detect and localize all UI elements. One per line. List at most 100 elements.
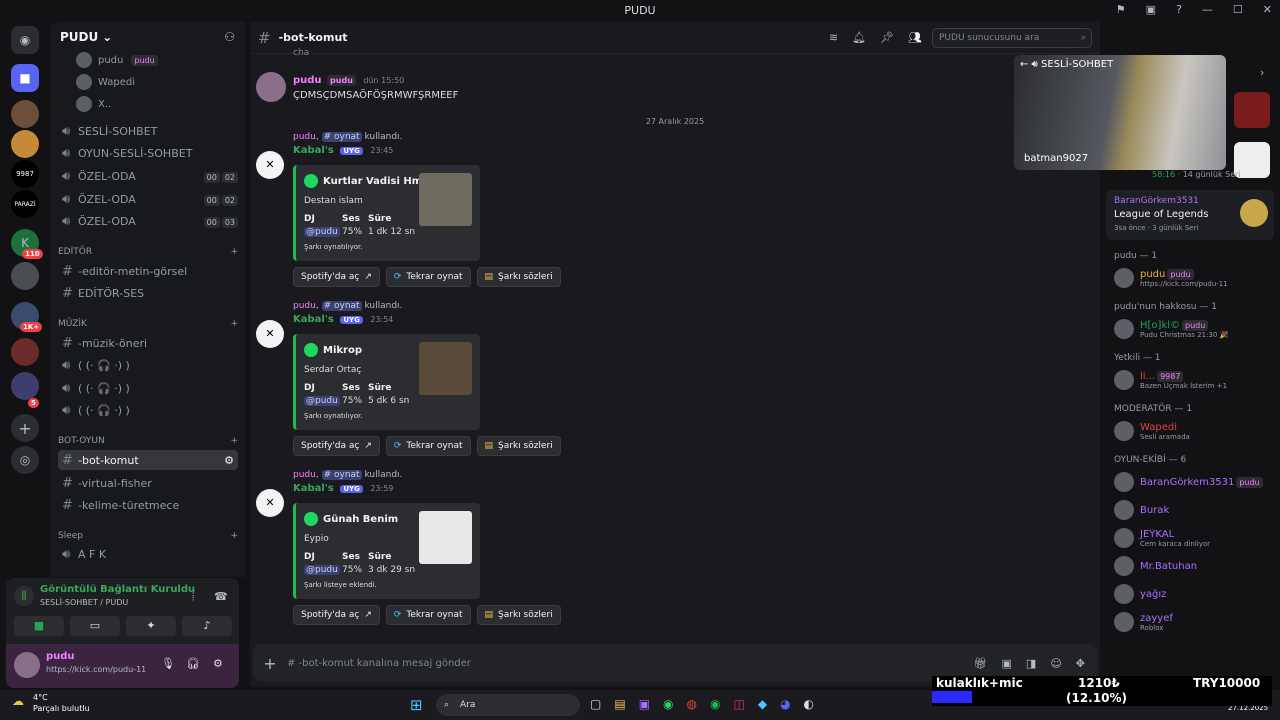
message-author[interactable]: pudu pudu dün 15:50 xyxy=(293,75,404,86)
minimize-button[interactable]: — xyxy=(1202,3,1213,16)
bell-icon[interactable]: 🔔︎ xyxy=(852,31,866,44)
member-item[interactable]: Wapedi Sesli aramada xyxy=(1114,421,1190,441)
start-icon[interactable]: ⊞ xyxy=(410,696,423,714)
dj-mention[interactable]: @pudu xyxy=(304,565,340,575)
member-item[interactable]: Burak xyxy=(1114,500,1169,520)
dj-mention[interactable]: @pudu xyxy=(304,396,340,406)
member-item[interactable]: li... 9987 Bazen Uçmak İsterim +1 xyxy=(1114,370,1227,390)
member-item[interactable]: yağız xyxy=(1114,584,1166,604)
server-9987-icon[interactable]: 9987 xyxy=(11,160,39,188)
server-icon[interactable] xyxy=(11,338,39,366)
dj-mention[interactable]: @pudu xyxy=(304,227,340,237)
discover-icon[interactable]: ◎ xyxy=(11,446,39,474)
chevron-right-icon[interactable]: › xyxy=(1260,66,1264,79)
voice-channel[interactable]: 🔊︎ ÖZEL-ODA 00 02 xyxy=(58,166,238,186)
voice-channel[interactable]: 🔊︎( (· 🎧 ·) ) xyxy=(58,355,238,375)
bot-avatar[interactable]: ✕ xyxy=(256,489,284,517)
voice-user[interactable]: pudu pudu xyxy=(76,50,158,70)
discord-icon[interactable]: ◕ xyxy=(780,697,790,711)
task-view-icon[interactable]: ▢ xyxy=(590,697,601,711)
plus-icon[interactable]: + xyxy=(230,319,238,329)
search-input[interactable]: PUDU sunucusunu ara ⌕ xyxy=(932,27,1092,48)
gear-icon[interactable]: ⚙ xyxy=(224,454,238,467)
voice-channel[interactable]: 🔊︎ ÖZEL-ODA 00 03 xyxy=(58,211,238,231)
lyrics-button[interactable]: ▤ Şarkı sözleri xyxy=(476,436,561,456)
lyrics-button[interactable]: ▤ Şarkı sözleri xyxy=(476,267,561,287)
screen-icon[interactable]: ▣ xyxy=(1146,3,1156,16)
text-channel[interactable]: # -virtual-fisher xyxy=(58,473,238,493)
voice-user[interactable]: Wapedi xyxy=(76,72,135,92)
category-editor[interactable]: EDİTÖR + xyxy=(58,247,238,257)
text-channel[interactable]: # -editör-metin-görsel xyxy=(58,261,238,281)
text-channel[interactable]: # EDİTÖR-SES xyxy=(58,283,238,303)
avatar[interactable] xyxy=(256,72,286,102)
maximize-button[interactable]: ☐ xyxy=(1233,3,1243,16)
replay-button[interactable]: ⟳ Tekrar oynat xyxy=(385,605,471,625)
chrome-icon[interactable]: ◍ xyxy=(687,697,697,711)
text-channel[interactable]: # -kelime-türetmece xyxy=(58,495,238,515)
lyrics-button[interactable]: ▤ Şarkı sözleri xyxy=(476,605,561,625)
gift-icon[interactable]: 🎁︎ xyxy=(974,657,988,670)
gif-icon[interactable]: ▣ xyxy=(1002,657,1012,670)
video-popout[interactable]: ← 🔊︎ SESLİ-SOHBET batman9027 xyxy=(1014,55,1226,170)
soundboard-button[interactable]: ♪ xyxy=(182,616,232,636)
sticker-icon[interactable]: ◨ xyxy=(1026,657,1036,670)
plus-icon[interactable]: + xyxy=(230,531,238,541)
signal-icon[interactable]: ⫼ xyxy=(14,586,34,606)
headphones-icon[interactable]: 🎧︎ xyxy=(186,657,200,670)
instagram-icon[interactable]: ◫ xyxy=(733,697,744,711)
whatsapp-icon[interactable]: ◉ xyxy=(663,697,673,711)
server-icon[interactable] xyxy=(11,130,39,158)
text-channel-active[interactable]: # -bot-komut ⚙ xyxy=(58,450,238,470)
voice-channel[interactable]: 🔊︎ OYUN-SESLİ-SOHBET xyxy=(58,143,238,163)
server-paraz-icon[interactable]: PARAZİ xyxy=(11,190,39,218)
help-icon[interactable]: ? xyxy=(1176,3,1182,16)
taskbar-search[interactable]: ⌕ Ara xyxy=(436,694,580,716)
server-icon[interactable] xyxy=(11,372,39,400)
plus-icon[interactable]: + xyxy=(230,436,238,446)
threads-icon[interactable]: ≋ xyxy=(829,31,838,44)
plus-icon[interactable]: + xyxy=(230,247,238,257)
message-author[interactable]: Kabal's UYG 23:45 xyxy=(293,145,393,156)
category-muzik[interactable]: MÜZİK + xyxy=(58,319,238,329)
inbox-icon[interactable]: ⚑ xyxy=(1116,3,1126,16)
bot-avatar[interactable]: ✕ xyxy=(256,320,284,348)
screen-share-button[interactable]: ▭ xyxy=(70,616,120,636)
folder-icon[interactable]: ▤ xyxy=(614,697,625,711)
server-icon[interactable] xyxy=(11,262,39,290)
server-folder-icon[interactable]: ■ xyxy=(11,64,39,92)
emoji-icon[interactable]: ☺ xyxy=(1050,657,1061,670)
add-server-icon[interactable]: + xyxy=(11,414,39,442)
app-icon[interactable]: ◆ xyxy=(758,697,767,711)
add-member-icon[interactable]: ⚇ xyxy=(224,30,235,44)
pin-icon[interactable]: 📌︎ xyxy=(880,31,894,44)
camera-button[interactable]: ■ xyxy=(14,616,64,636)
member-item[interactable]: zayyef Roblox xyxy=(1114,612,1173,632)
voice-user[interactable]: X.. xyxy=(76,94,111,114)
replay-button[interactable]: ⟳ Tekrar oynat xyxy=(385,267,471,287)
voice-channel[interactable]: 🔊︎ SESLİ-SOHBET xyxy=(58,121,238,141)
message-author[interactable]: Kabal's UYG 23:59 xyxy=(293,483,393,494)
member-item[interactable]: H[o]kl© pudu Pudu Christmas 21:30 🎉 xyxy=(1114,319,1228,339)
message-author[interactable]: Kabal's UYG 23:54 xyxy=(293,314,393,325)
weather-desc[interactable]: Parçalı bulutlu xyxy=(33,704,90,713)
avatar[interactable] xyxy=(14,652,40,678)
activity-card[interactable]: BaranGörkem3531 League of Legends 3sa ön… xyxy=(1106,190,1274,240)
open-spotify-button[interactable]: Spotify'da aç ↗ xyxy=(293,267,380,287)
mic-icon[interactable]: 🎙︎ xyxy=(161,657,175,670)
member-item[interactable]: Mr.Batuhan xyxy=(1114,556,1197,576)
disconnect-icon[interactable]: ☎ xyxy=(214,590,228,603)
apps-icon[interactable]: ✥ xyxy=(1076,657,1085,670)
voice-channel[interactable]: 🔊︎ ÖZEL-ODA 00 02 xyxy=(58,189,238,209)
member-item[interactable]: BaranGörkem3531 pudu xyxy=(1114,472,1263,492)
message-input[interactable]: # -bot-komut kanalına mesaj gönder xyxy=(287,658,471,669)
steam-icon[interactable]: ◐ xyxy=(804,697,814,711)
voice-channel[interactable]: 🔊︎( (· 🎧 ·) ) xyxy=(58,400,238,420)
bot-avatar[interactable]: ✕ xyxy=(256,151,284,179)
member-item[interactable]: pudu pudu https://kick.com/pudu-11 xyxy=(1114,268,1228,288)
dm-home-icon[interactable]: ◉ xyxy=(11,26,39,54)
close-button[interactable]: ✕ xyxy=(1263,3,1272,16)
open-spotify-button[interactable]: Spotify'da aç ↗ xyxy=(293,436,380,456)
plus-icon[interactable]: + xyxy=(253,654,287,673)
noise-icon[interactable]: ⦙ xyxy=(192,590,194,604)
